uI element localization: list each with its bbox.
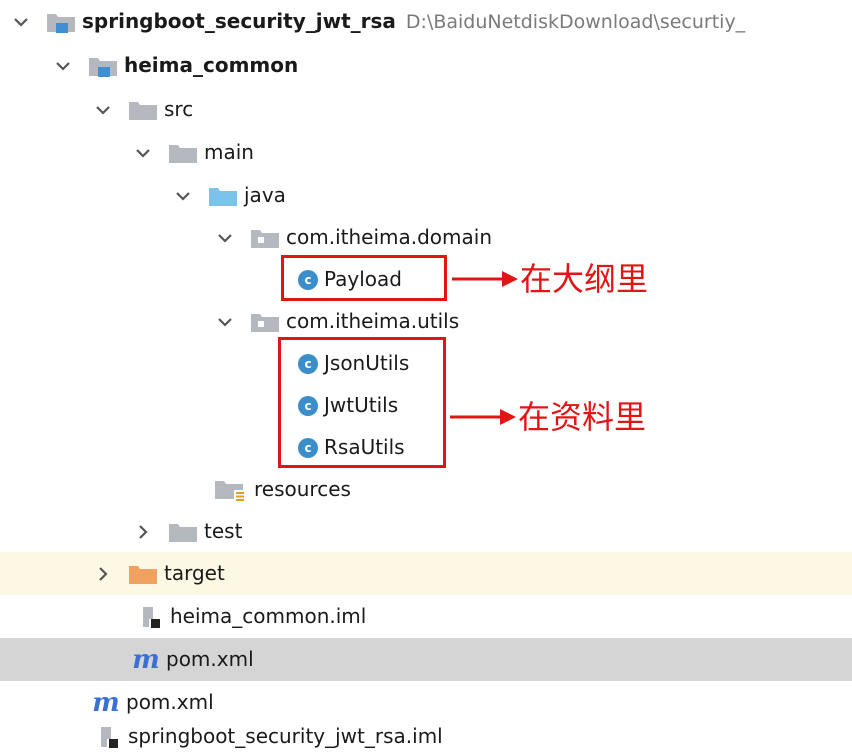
chevron-down-icon[interactable]	[172, 185, 194, 207]
arrow-right-icon	[450, 409, 516, 425]
tree-row-java[interactable]: java	[0, 174, 852, 217]
folder-icon	[128, 99, 158, 121]
project-path: D:\BaiduNetdiskDownload\securtiy_	[405, 10, 746, 33]
tree-row-resources[interactable]: resources	[0, 468, 852, 511]
chevron-down-icon[interactable]	[92, 99, 114, 121]
maven-pom-icon: m	[132, 644, 160, 675]
tree-row-src[interactable]: src	[0, 88, 852, 131]
module-folder-icon	[46, 11, 76, 33]
tree-row-main[interactable]: main	[0, 131, 852, 174]
package-icon	[250, 311, 280, 333]
tree-row-package-domain[interactable]: com.itheima.domain	[0, 216, 852, 259]
tree-row-target[interactable]: target	[0, 552, 852, 595]
file-label: heima_common.iml	[170, 604, 367, 628]
folder-label: target	[164, 561, 225, 585]
folder-label: main	[204, 140, 254, 164]
excluded-folder-icon	[128, 563, 158, 585]
folder-label: resources	[254, 477, 351, 501]
package-icon	[250, 227, 280, 249]
chevron-down-icon[interactable]	[10, 11, 32, 33]
folder-label: java	[244, 183, 286, 207]
iml-file-icon	[140, 605, 164, 629]
folder-icon	[168, 521, 198, 543]
module-folder-icon	[88, 55, 118, 77]
annotation-materials: 在资料里	[518, 398, 647, 436]
source-folder-icon	[208, 185, 238, 207]
folder-icon	[168, 142, 198, 164]
resources-folder-icon	[214, 478, 248, 502]
chevron-down-icon[interactable]	[214, 311, 236, 333]
highlight-box-utils	[278, 337, 446, 468]
module-name: heima_common	[124, 53, 299, 77]
arrow-right-icon	[452, 271, 518, 287]
chevron-down-icon[interactable]	[214, 227, 236, 249]
tree-row-module-heima-common[interactable]: heima_common	[0, 44, 852, 87]
chevron-down-icon[interactable]	[132, 142, 154, 164]
tree-row-module-pom[interactable]: m pom.xml	[0, 638, 852, 681]
package-label: com.itheima.domain	[286, 225, 493, 249]
chevron-right-icon[interactable]	[132, 521, 154, 543]
folder-label: src	[164, 97, 194, 121]
project-name: springboot_security_jwt_rsa	[82, 9, 396, 33]
maven-pom-icon: m	[92, 687, 120, 718]
folder-label: test	[204, 519, 243, 543]
tree-row-root-project[interactable]: springboot_security_jwt_rsa D:\BaiduNetd…	[0, 0, 852, 43]
tree-row-module-iml[interactable]: heima_common.iml	[0, 595, 852, 638]
file-label: pom.xml	[166, 647, 254, 671]
chevron-right-icon[interactable]	[92, 563, 114, 585]
chevron-down-icon[interactable]	[52, 55, 74, 77]
highlight-box-payload	[281, 255, 447, 301]
tree-row-root-iml[interactable]: springboot_security_jwt_rsa.iml	[0, 719, 852, 754]
iml-file-icon	[98, 725, 122, 749]
tree-row-test[interactable]: test	[0, 510, 852, 553]
annotation-outline: 在大纲里	[520, 260, 649, 298]
file-label: springboot_security_jwt_rsa.iml	[128, 724, 443, 748]
